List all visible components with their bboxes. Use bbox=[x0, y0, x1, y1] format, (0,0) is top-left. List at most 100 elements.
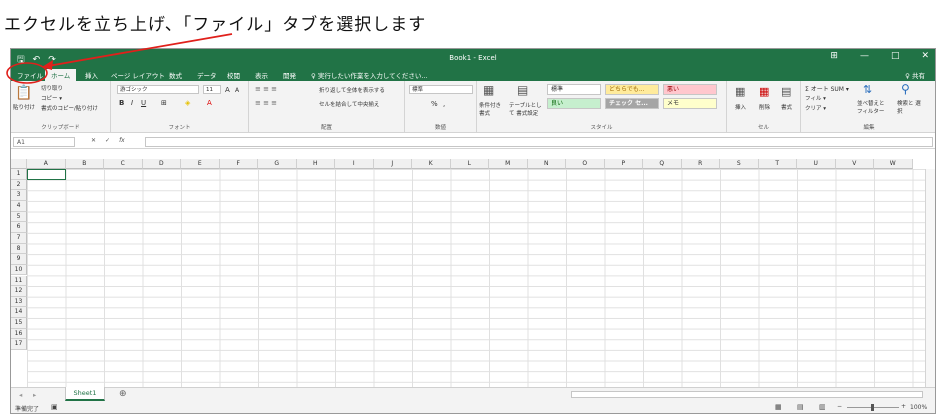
column-header[interactable]: T bbox=[758, 159, 797, 169]
row-header[interactable]: 7 bbox=[11, 232, 27, 244]
row-header[interactable]: 15 bbox=[11, 318, 27, 329]
autosum-button[interactable]: Σ オート SUM ▾ bbox=[805, 84, 849, 93]
column-header[interactable]: V bbox=[835, 159, 874, 169]
column-header[interactable]: Q bbox=[643, 159, 682, 169]
search-icon[interactable]: ⚲ bbox=[901, 82, 910, 96]
column-header[interactable]: N bbox=[527, 159, 566, 169]
column-header[interactable]: D bbox=[142, 159, 181, 169]
style-normal[interactable]: 標準 bbox=[547, 84, 601, 95]
row-header[interactable]: 2 bbox=[11, 179, 27, 191]
sort-filter-icon[interactable]: ⇅ bbox=[863, 83, 872, 96]
tab-data[interactable]: データ bbox=[197, 70, 217, 80]
column-header[interactable]: J bbox=[373, 159, 412, 169]
sort-filter-button[interactable]: 並べ替えと フィルター bbox=[857, 99, 891, 115]
column-header[interactable]: C bbox=[104, 159, 143, 169]
select-all-corner[interactable] bbox=[11, 159, 27, 169]
close-button[interactable]: ✕ bbox=[921, 51, 929, 61]
column-header[interactable]: K bbox=[412, 159, 451, 169]
style-good[interactable]: 良い bbox=[547, 98, 601, 109]
column-header[interactable]: I bbox=[335, 159, 374, 169]
column-header[interactable]: M bbox=[489, 159, 528, 169]
tab-insert[interactable]: 挿入 bbox=[85, 70, 98, 80]
row-header[interactable]: 5 bbox=[11, 211, 27, 223]
column-header[interactable]: E bbox=[181, 159, 220, 169]
shrink-font-button[interactable]: A bbox=[235, 87, 239, 94]
horizontal-scrollbar[interactable] bbox=[571, 391, 923, 398]
row-header[interactable]: 9 bbox=[11, 254, 27, 265]
row-header[interactable]: 6 bbox=[11, 222, 27, 233]
fill-button[interactable]: フィル ▾ bbox=[805, 94, 826, 102]
find-select-button[interactable]: 検索と 選択 bbox=[897, 99, 923, 115]
paste-button[interactable]: 貼り付け bbox=[13, 103, 35, 111]
percent-button[interactable]: % bbox=[431, 100, 438, 108]
tab-view[interactable]: 表示 bbox=[255, 70, 268, 80]
macro-record-icon[interactable]: ▣ bbox=[51, 403, 58, 411]
font-color-icon[interactable]: A bbox=[207, 99, 212, 107]
add-sheet-icon[interactable]: ⊕ bbox=[119, 389, 127, 399]
merge-center-button[interactable]: セルを結合して中央揃え bbox=[319, 100, 379, 108]
font-size-select[interactable]: 11 bbox=[203, 85, 221, 94]
column-header[interactable]: A bbox=[27, 159, 66, 169]
row-header[interactable]: 4 bbox=[11, 200, 27, 212]
row-header[interactable]: 14 bbox=[11, 307, 27, 319]
vertical-scrollbar[interactable] bbox=[925, 169, 935, 387]
comma-button[interactable]: , bbox=[443, 100, 445, 108]
italic-button[interactable]: I bbox=[131, 99, 133, 107]
delete-cells-button[interactable]: 削除 bbox=[759, 103, 770, 111]
tab-home[interactable]: ホーム bbox=[45, 69, 77, 81]
sheet-tab-sheet1[interactable]: Sheet1 bbox=[65, 387, 105, 401]
insert-cells-button[interactable]: 挿入 bbox=[735, 103, 746, 111]
column-header[interactable]: W bbox=[874, 159, 913, 169]
insert-cells-icon[interactable]: ▦ bbox=[735, 85, 745, 98]
restore-button[interactable]: □ bbox=[891, 51, 900, 61]
fill-color-icon[interactable]: ◈ bbox=[185, 99, 190, 107]
minimize-button[interactable]: — bbox=[860, 51, 869, 61]
normal-view-icon[interactable]: ▦ bbox=[775, 403, 782, 411]
tab-review[interactable]: 校閲 bbox=[227, 70, 240, 80]
style-check-cell[interactable]: チェック セ... bbox=[605, 98, 659, 109]
number-format-select[interactable]: 標準 bbox=[409, 85, 473, 94]
tab-file[interactable]: ファイル bbox=[17, 70, 43, 80]
tell-me-search[interactable]: ♀ 実行したい作業を入力してください... bbox=[311, 70, 428, 80]
enter-icon[interactable]: ✓ bbox=[105, 137, 110, 144]
column-header[interactable]: G bbox=[258, 159, 297, 169]
align-left-icon[interactable]: ≡ ≡ ≡ bbox=[255, 99, 277, 107]
column-header[interactable]: S bbox=[720, 159, 759, 169]
align-top-icon[interactable]: ≡ ≡ ≡ bbox=[255, 85, 277, 93]
style-memo[interactable]: メモ bbox=[663, 98, 717, 109]
ribbon-options-button[interactable]: ⊞ bbox=[830, 51, 838, 61]
format-cells-button[interactable]: 書式 bbox=[781, 103, 792, 111]
column-header[interactable]: P bbox=[604, 159, 643, 169]
border-icon[interactable]: ⊞ bbox=[161, 99, 167, 107]
column-header[interactable]: O bbox=[566, 159, 605, 169]
name-box[interactable]: A1 bbox=[13, 137, 75, 147]
zoom-slider-thumb[interactable] bbox=[871, 404, 874, 411]
style-bad[interactable]: 悪い bbox=[663, 84, 717, 95]
column-header[interactable]: U bbox=[797, 159, 836, 169]
tab-developer[interactable]: 開発 bbox=[283, 70, 296, 80]
row-header[interactable]: 1 bbox=[11, 169, 27, 180]
row-header[interactable]: 11 bbox=[11, 275, 27, 287]
row-header[interactable]: 12 bbox=[11, 286, 27, 297]
format-cells-icon[interactable]: ▤ bbox=[781, 85, 791, 98]
cancel-icon[interactable]: ✕ bbox=[91, 137, 96, 144]
cell-area[interactable] bbox=[27, 169, 925, 387]
insert-function-icon[interactable]: fx bbox=[119, 137, 125, 144]
column-header[interactable]: R bbox=[681, 159, 720, 169]
row-header[interactable]: 10 bbox=[11, 264, 27, 276]
active-cell-a1[interactable] bbox=[27, 169, 66, 180]
tab-page-layout[interactable]: ページ レイアウト bbox=[111, 70, 165, 80]
tab-formulas[interactable]: 数式 bbox=[169, 70, 182, 80]
column-header[interactable]: F bbox=[219, 159, 258, 169]
scroll-left-icon[interactable]: ◂ bbox=[19, 391, 22, 399]
column-header[interactable]: B bbox=[65, 159, 104, 169]
cut-button[interactable]: 切り取り bbox=[41, 84, 63, 92]
row-header[interactable]: 16 bbox=[11, 328, 27, 340]
clear-button[interactable]: クリア ▾ bbox=[805, 104, 826, 112]
grow-font-button[interactable]: A bbox=[225, 86, 230, 94]
bold-button[interactable]: B bbox=[119, 99, 124, 107]
zoom-out-icon[interactable]: − bbox=[837, 403, 842, 410]
format-table-icon[interactable]: ▤ bbox=[517, 83, 528, 97]
row-header[interactable]: 3 bbox=[11, 190, 27, 201]
scroll-right-icon[interactable]: ▸ bbox=[33, 391, 36, 399]
